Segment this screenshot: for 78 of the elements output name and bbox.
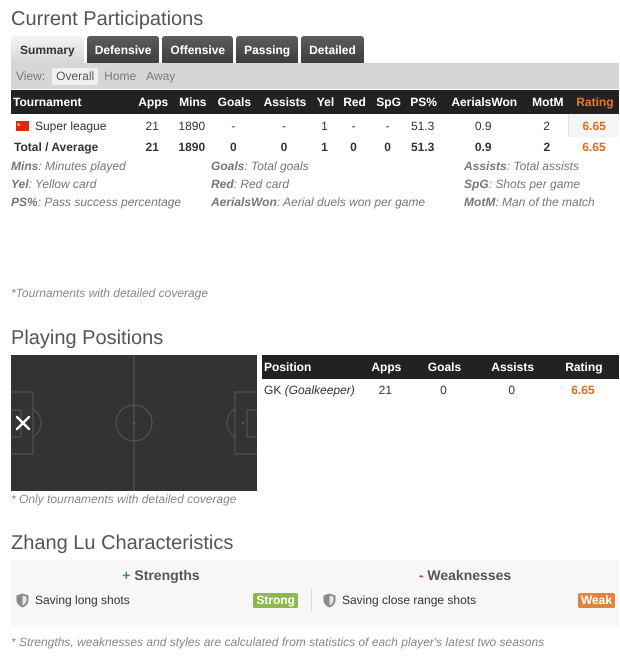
table-cell-text: 51.3 [410,139,436,156]
table-cell: 1890 [171,114,212,137]
table-cell: 0 [476,379,547,401]
shield-icon [323,592,336,608]
footnote: * Only tournaments with detailed coverage [11,491,236,507]
column-header[interactable]: Apps [360,355,410,379]
table-cell: 1 [313,114,336,137]
weaknesses-heading: - Weaknesses [418,566,512,584]
view-option[interactable]: Overall [52,68,98,84]
column-header[interactable]: SpG [372,90,404,114]
table-cell: 0.9 [442,114,525,137]
view-label: View: [16,69,46,83]
column-header[interactable]: Rating [546,355,619,379]
column-header[interactable]: Assists [254,90,314,114]
column-header[interactable]: Yel [313,90,336,114]
footnote: *Tournaments with detailed coverage [11,285,208,301]
rating-badge: Strong [253,592,298,608]
strengths-heading: + Strengths [122,566,200,584]
table-cell: 2 [524,114,569,137]
rating-cell: 6.65 [546,379,619,401]
column-header[interactable]: Assists [476,355,547,379]
column-header[interactable]: Tournament [11,90,134,114]
column-header[interactable]: Position [262,355,360,379]
section-title: Zhang Lu Characteristics [11,531,234,555]
legend-text: Mins: Minutes played [11,158,126,175]
legend-text: Yel: Yellow card [11,176,96,193]
characteristic-label: Saving close range shots [342,593,476,607]
shield-icon [16,592,29,608]
flag-icon [16,120,29,130]
table-cell: - [372,114,404,137]
table-cell: - [336,114,372,137]
column-header[interactable]: AerialsWon [442,90,525,114]
table-cell-text: 21 [144,139,160,156]
table-cell: - [212,114,254,137]
table-cell: 0 [410,379,477,401]
column-header[interactable]: Apps [133,90,172,114]
table-cell-text: 1890 [177,139,206,156]
tournament-name[interactable]: Super league [35,118,106,132]
column-header[interactable]: Red [336,90,372,114]
column-header[interactable]: Goals [410,355,477,379]
tab[interactable]: Passing [236,36,298,63]
table-cell: GK (Goalkeeper) [262,379,360,401]
legend-text: AerialsWon: Aerial duels won per game [211,194,426,211]
table-cell-text: 0 [229,139,238,156]
rating-cell: 6.65 [568,114,619,137]
table-cell-text: 1 [320,139,329,156]
legend-text: MotM: Man of the match [464,194,595,211]
legend-text: Goals: Total goals [211,158,309,175]
legend-text: Assists: Total assists [464,158,579,175]
table-cell: 51.3 [404,114,442,137]
rating-badge: Weak [578,592,615,608]
tab[interactable]: Offensive [162,36,234,63]
table-cell-text: 0 [280,139,288,156]
table-cell: - [254,114,314,137]
column-header[interactable]: Rating [568,90,619,114]
footnote: * Strengths, weaknesses and styles are calculated from statistics of each player's latest two seasons [11,634,544,650]
table-cell-text: 0 [349,139,358,156]
table-cell-text: 0.9 [474,139,493,156]
column-header[interactable]: PS% [404,90,442,114]
legend-text: PS%: Pass success percentage [11,194,182,211]
column-header[interactable]: Mins [171,90,212,114]
rating-cell: 6.65 [568,137,619,157]
table-cell-text: 0 [383,139,392,156]
column-header[interactable]: Goals [212,90,254,114]
table-cell: 21 [360,379,410,401]
tab[interactable]: Detailed [301,36,364,63]
characteristic-label: Saving long shots [35,593,130,607]
table-cell: 21 [133,114,172,137]
tab[interactable]: Summary [11,36,84,63]
table-cell: 2 [524,137,569,157]
section-title: Playing Positions [11,326,164,350]
legend-text: SpG: Shots per game [464,176,580,193]
table-cell-text: Total / Average [13,139,100,156]
tab[interactable]: Defensive [86,36,160,63]
legend-text: Red: Red card [211,176,290,193]
section-title: Current Participations [11,7,204,31]
cross-icon [16,416,30,430]
column-header[interactable]: MotM [524,90,569,114]
